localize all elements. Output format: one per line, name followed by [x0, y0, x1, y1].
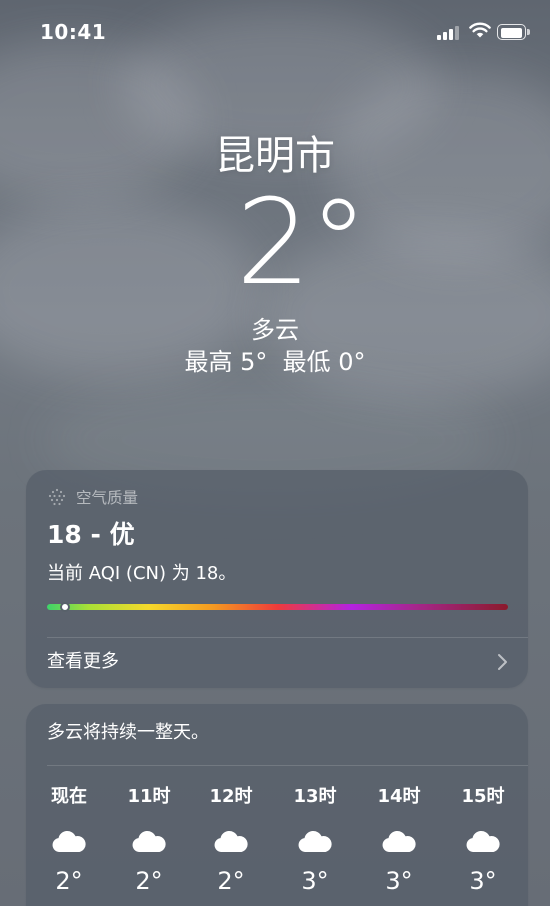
hourly-item: 11时 2°	[119, 784, 179, 896]
hour-temperature: 2°	[55, 867, 83, 895]
hourly-item: 12时 2°	[201, 784, 261, 896]
cloud-icon	[52, 831, 86, 852]
forecast-summary: 多云将持续一整天。	[47, 722, 209, 743]
hourly-item: 14时 3°	[369, 784, 429, 896]
status-bar: 10:41	[0, 0, 550, 62]
current-temperature: 2°	[236, 173, 368, 311]
aqi-indicator-dot	[60, 602, 70, 612]
cloud-icon	[298, 831, 332, 852]
weather-condition: 多云	[251, 316, 299, 344]
hour-temperature: 2°	[217, 867, 245, 895]
hour-label: 14时	[377, 786, 421, 807]
hour-label: 12时	[209, 786, 253, 807]
cloud-icon	[132, 831, 166, 852]
hourly-item: 13时 3°	[285, 784, 345, 896]
hour-label: 13时	[293, 786, 337, 807]
hour-temperature: 3°	[385, 867, 413, 895]
weather-header: 昆明市 2° 多云 最高 5° 最低 0°	[0, 128, 550, 378]
hourly-item: 现在 2°	[39, 784, 99, 896]
hour-label: 15时	[461, 786, 505, 807]
hour-label: 11时	[127, 786, 171, 807]
cloud-icon	[382, 831, 416, 852]
wifi-icon	[469, 22, 491, 38]
aqi-value: 18 - 优	[47, 520, 135, 549]
aqi-description: 当前 AQI (CN) 为 18。	[47, 563, 237, 584]
cloud-icon	[466, 831, 500, 852]
cellular-signal-icon	[437, 25, 461, 40]
high-low-temperature: 最高 5° 最低 0°	[184, 348, 366, 376]
cloud-icon	[214, 831, 248, 852]
air-quality-card[interactable]: 空气质量 18 - 优 当前 AQI (CN) 为 18。 查看更多	[26, 470, 528, 688]
chevron-right-icon[interactable]	[496, 653, 508, 671]
hourly-item: 15时 3°	[453, 784, 513, 896]
air-quality-icon	[48, 488, 66, 506]
battery-icon	[497, 24, 530, 40]
divider	[47, 637, 528, 638]
divider	[47, 765, 528, 766]
air-quality-title: 空气质量	[76, 489, 139, 507]
hour-temperature: 3°	[301, 867, 329, 895]
hour-temperature: 2°	[135, 867, 163, 895]
status-time: 10:41	[40, 20, 107, 44]
hour-label: 现在	[51, 786, 87, 807]
aqi-scale-bar	[47, 602, 508, 612]
hourly-forecast-card[interactable]: 多云将持续一整天。 现在 2° 11时 2° 12时 2° 13时 3° 14时…	[26, 704, 528, 906]
see-more-link[interactable]: 查看更多	[47, 650, 119, 674]
hour-temperature: 3°	[469, 867, 497, 895]
